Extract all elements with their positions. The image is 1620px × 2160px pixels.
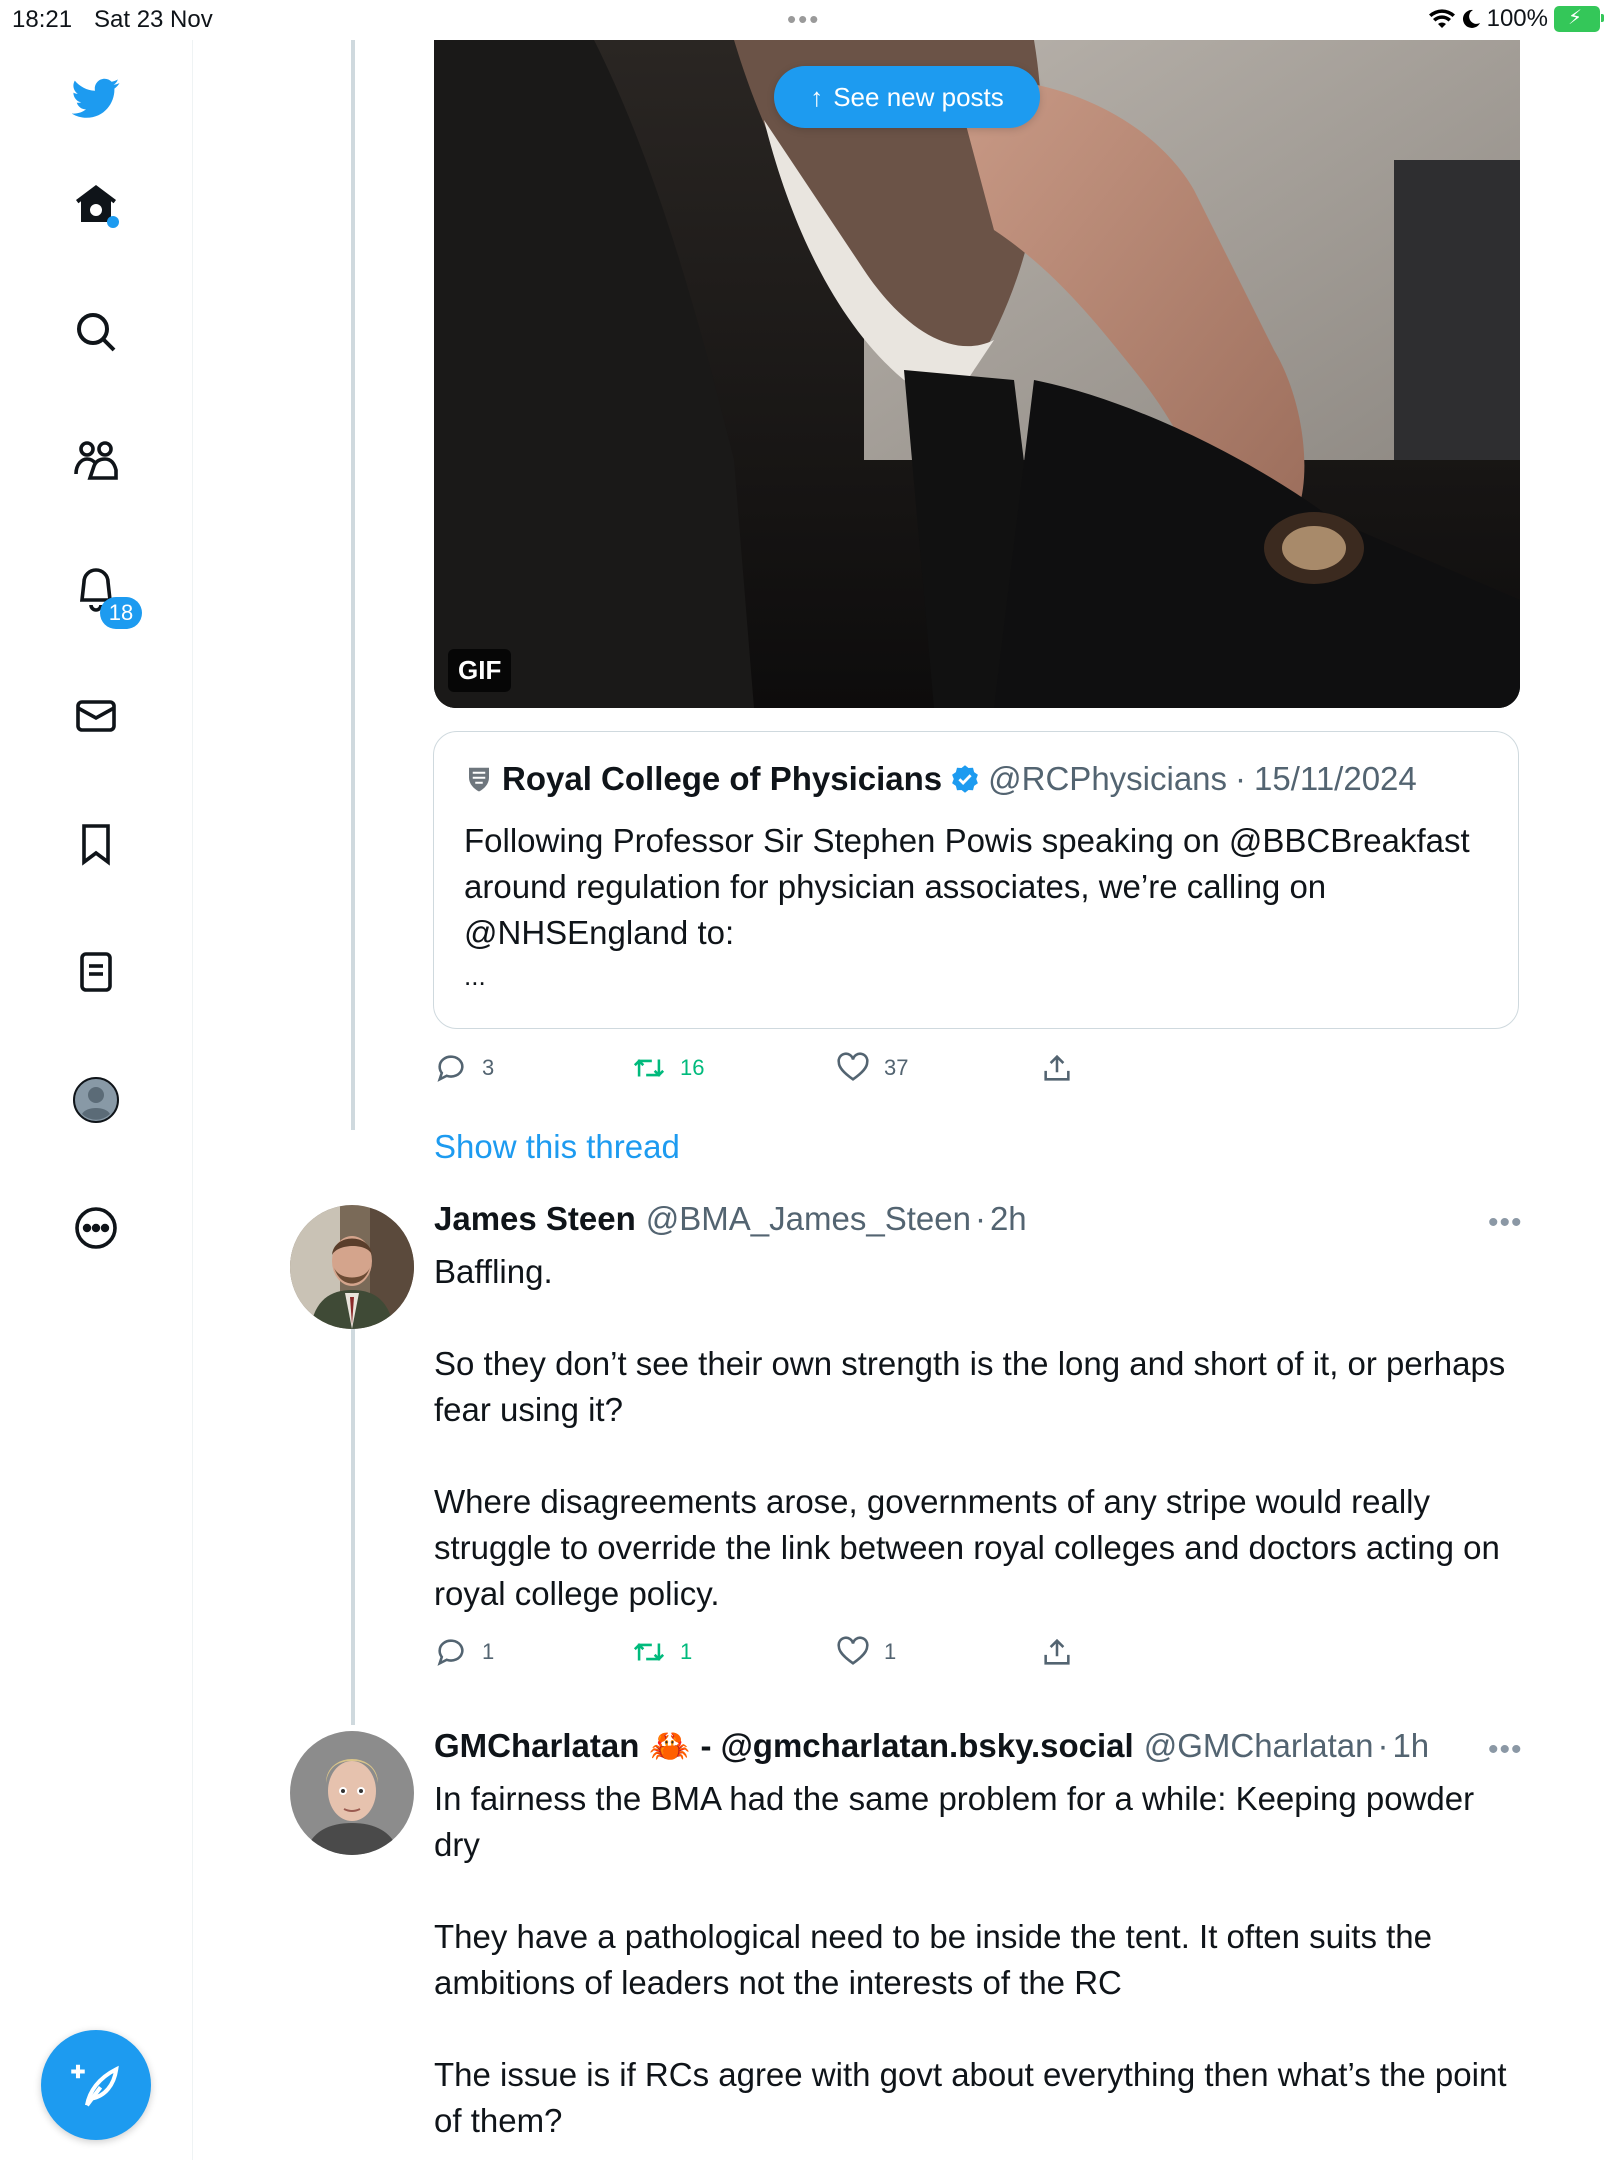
reply-count: 1 bbox=[482, 1639, 495, 1664]
post-header: GMCharlatan 🦀 - @gmcharlatan.bsky.social… bbox=[434, 1727, 1429, 1766]
retweet-count: 16 bbox=[680, 1055, 705, 1080]
thread-connector bbox=[351, 40, 355, 1130]
author-name[interactable]: GMCharlatan bbox=[434, 1727, 639, 1765]
moon-icon bbox=[1462, 9, 1480, 28]
notifications-badge: 18 bbox=[100, 597, 142, 629]
quoted-post-ellipsis: ... bbox=[464, 961, 486, 991]
author-handle[interactable]: @BMA_James_Steen bbox=[646, 1200, 971, 1238]
battery-percent: 100% bbox=[1486, 5, 1548, 32]
reply-button[interactable]: 1 bbox=[434, 1635, 634, 1669]
communities-icon[interactable] bbox=[66, 430, 126, 490]
show-this-thread-link[interactable]: Show this thread bbox=[434, 1128, 680, 1166]
separator-dot: · bbox=[974, 1200, 986, 1237]
gif-frame-image bbox=[434, 40, 1520, 708]
status-bar: 18:21 Sat 23 Nov ••• 100% ⚡ bbox=[0, 0, 1620, 40]
thread-connector bbox=[351, 1325, 355, 1725]
post-paragraph: Where disagreements arose, governments o… bbox=[434, 1483, 1500, 1612]
retweet-button[interactable]: 1 bbox=[632, 1635, 832, 1669]
post-paragraph: In fairness the BMA had the same problem… bbox=[434, 1780, 1475, 1863]
profile-avatar-icon[interactable] bbox=[66, 1070, 126, 1130]
post-text: In fairness the BMA had the same problem… bbox=[434, 1776, 1524, 2144]
retweet-button[interactable]: 16 bbox=[632, 1051, 832, 1085]
sidebar-nav: 18 bbox=[0, 40, 193, 2160]
gif-media[interactable]: GIF bbox=[434, 40, 1520, 708]
post-more-options-icon[interactable]: ••• bbox=[1488, 1733, 1523, 1767]
heart-icon bbox=[837, 1636, 869, 1665]
status-indicators: 100% ⚡ bbox=[1428, 5, 1604, 33]
avatar[interactable] bbox=[290, 1731, 414, 1855]
separator-dot: · bbox=[1377, 1727, 1389, 1764]
retweet-count: 1 bbox=[680, 1639, 693, 1664]
retweet-icon bbox=[633, 1059, 665, 1077]
battery-icon: ⚡ bbox=[1554, 6, 1604, 32]
post-header: James Steen @BMA_James_Steen · 2h bbox=[434, 1200, 1027, 1238]
like-button[interactable]: 37 bbox=[836, 1051, 1036, 1085]
wifi-icon bbox=[1428, 9, 1455, 29]
quoted-post-card[interactable]: Royal College of Physicians @RCPhysician… bbox=[433, 731, 1519, 1029]
verified-badge-icon bbox=[952, 765, 979, 793]
like-count: 1 bbox=[884, 1639, 897, 1664]
reply-icon bbox=[437, 1055, 464, 1082]
post-time[interactable]: 2h bbox=[990, 1200, 1027, 1238]
share-icon bbox=[1044, 1638, 1070, 1665]
like-button[interactable]: 1 bbox=[836, 1635, 1036, 1669]
separator-dot: · bbox=[1235, 760, 1247, 797]
twitter-logo-icon[interactable] bbox=[66, 68, 126, 128]
compose-feather-icon bbox=[71, 2064, 119, 2107]
share-button[interactable] bbox=[1040, 1635, 1074, 1669]
share-button[interactable] bbox=[1040, 1051, 1074, 1085]
multitasking-dots-icon[interactable]: ••• bbox=[787, 4, 820, 35]
post-time[interactable]: 1h bbox=[1392, 1727, 1429, 1765]
messages-envelope-icon[interactable] bbox=[66, 686, 126, 746]
post-paragraph: They have a pathological need to be insi… bbox=[434, 1918, 1433, 2001]
post-more-options-icon[interactable]: ••• bbox=[1488, 1206, 1523, 1240]
quoted-author-handle: @RCPhysicians bbox=[988, 760, 1228, 797]
crab-emoji-icon: 🦀 bbox=[649, 1727, 691, 1764]
reply-count: 3 bbox=[482, 1055, 495, 1080]
retweet-icon bbox=[633, 1643, 665, 1661]
author-handle[interactable]: @GMCharlatan bbox=[1144, 1727, 1374, 1765]
like-count: 37 bbox=[884, 1055, 909, 1080]
quoted-author-name: Royal College of Physicians bbox=[502, 760, 943, 797]
avatar[interactable] bbox=[290, 1205, 414, 1329]
reply-button[interactable]: 3 bbox=[434, 1051, 634, 1085]
share-icon bbox=[1044, 1054, 1070, 1081]
author-name[interactable]: James Steen bbox=[434, 1200, 636, 1238]
arrow-up-icon: ↑ bbox=[810, 81, 824, 112]
search-icon[interactable] bbox=[66, 302, 126, 362]
see-new-posts-button[interactable]: ↑ See new posts bbox=[774, 66, 1040, 128]
quoted-post-date: 15/11/2024 bbox=[1254, 760, 1417, 797]
heart-icon bbox=[837, 1052, 869, 1081]
james-steen-avatar-image bbox=[290, 1205, 414, 1329]
lists-icon[interactable] bbox=[66, 942, 126, 1002]
author-name-suffix[interactable]: - @gmcharlatan.bsky.social bbox=[700, 1727, 1133, 1765]
quoted-post-text: Following Professor Sir Stephen Powis sp… bbox=[464, 822, 1470, 951]
compose-post-button[interactable] bbox=[41, 2030, 151, 2140]
post-paragraph: The issue is if RCs agree with govt abou… bbox=[434, 2056, 1507, 2139]
gif-label: GIF bbox=[448, 649, 512, 692]
post-text: Baffling. So they don’t see their own st… bbox=[434, 1249, 1524, 1617]
reply-icon bbox=[437, 1639, 464, 1666]
status-date: Sat 23 Nov bbox=[94, 6, 213, 33]
rcp-crest-icon bbox=[469, 767, 489, 792]
more-options-icon[interactable] bbox=[66, 1198, 126, 1258]
gmcharlatan-avatar-image bbox=[290, 1731, 414, 1855]
status-time: 18:21 bbox=[12, 6, 73, 33]
bookmarks-icon[interactable] bbox=[66, 814, 126, 874]
see-new-posts-label: See new posts bbox=[833, 81, 1004, 112]
home-unread-dot bbox=[107, 216, 119, 228]
post-paragraph: Baffling. bbox=[434, 1253, 553, 1290]
post-paragraph: So they don’t see their own strength is … bbox=[434, 1345, 1506, 1428]
